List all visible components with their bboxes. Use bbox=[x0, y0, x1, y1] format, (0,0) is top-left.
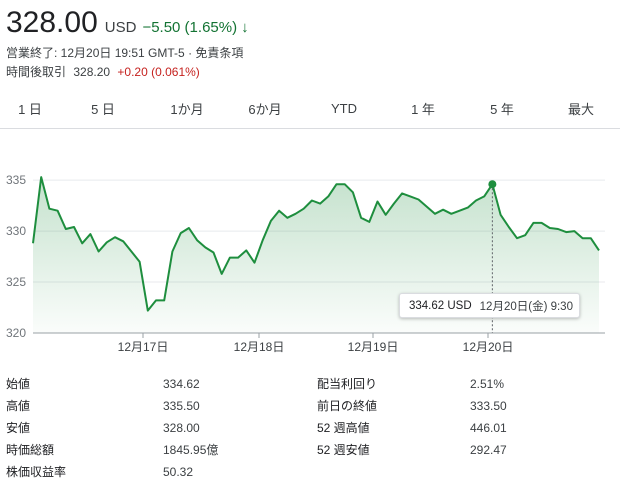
after-hours-line: 時間後取引 328.20 +0.20 (0.061%) bbox=[6, 63, 200, 80]
stat-row: 始値 334.62 配当利回り 2.51% bbox=[0, 376, 620, 398]
after-hours-change: +0.20 (0.061%) bbox=[117, 65, 200, 79]
market-status: 営業終了: 12月20日 19:51 GMT-5 · 免責条項 bbox=[6, 46, 244, 60]
stat-value: 292.47 bbox=[470, 443, 507, 457]
after-hours-price: 328.20 bbox=[73, 65, 111, 79]
stat-label: 株価収益率 bbox=[6, 465, 67, 479]
stat-value: 328.00 bbox=[163, 421, 200, 435]
stat-row: 安値 328.00 52 週高値 446.01 bbox=[0, 420, 620, 442]
tab-max[interactable]: 最大 bbox=[551, 90, 611, 127]
y-tick-label: 330 bbox=[6, 224, 26, 238]
stat-label: 配当利回り bbox=[317, 377, 378, 391]
price-change: −5.50 (1.65%) bbox=[142, 19, 238, 36]
stat-label: 高値 bbox=[6, 399, 31, 413]
stat-label: 安値 bbox=[6, 421, 31, 435]
stat-value: 2.51% bbox=[470, 377, 505, 391]
stat-label: 52 週高値 bbox=[317, 421, 370, 435]
stat-value: 334.62 bbox=[163, 377, 200, 391]
y-tick-label: 325 bbox=[6, 275, 26, 289]
tab-1d[interactable]: 1 日 bbox=[0, 90, 60, 127]
down-arrow-icon: ↓ bbox=[241, 19, 249, 36]
stat-row: 株価収益率 50.32 bbox=[0, 464, 620, 486]
x-tick-label: 12月18日 bbox=[234, 340, 285, 354]
price-chart[interactable]: 335 330 325 320 12月17日 12月18日 12月19日 12月20日 bbox=[0, 150, 620, 365]
stat-value: 1845.95億 bbox=[163, 443, 219, 457]
tab-6m[interactable]: 6か月 bbox=[235, 90, 295, 127]
tooltip-price: 334.62 USD bbox=[409, 299, 472, 312]
range-tabs: 1 日 5 日 1か月 6か月 YTD 1 年 5 年 最大 bbox=[0, 90, 620, 129]
stat-value: 446.01 bbox=[470, 421, 507, 435]
tab-5y[interactable]: 5 年 bbox=[472, 90, 532, 127]
chart-tooltip: 334.62 USD 12月20日(金) 9:30 bbox=[399, 293, 580, 318]
stat-label: 52 週安値 bbox=[317, 443, 370, 457]
tab-1y[interactable]: 1 年 bbox=[393, 90, 453, 127]
tab-1m[interactable]: 1か月 bbox=[157, 90, 217, 127]
x-tick-label: 12月17日 bbox=[118, 340, 169, 354]
x-tick-label: 12月20日 bbox=[463, 340, 514, 354]
stat-value: 333.50 bbox=[470, 399, 507, 413]
y-tick-label: 320 bbox=[6, 326, 26, 340]
tab-ytd[interactable]: YTD bbox=[314, 90, 374, 127]
stat-label: 時価総額 bbox=[6, 443, 55, 457]
stat-row: 高値 335.50 前日の終値 333.50 bbox=[0, 398, 620, 420]
stat-row: 時価総額 1845.95億 52 週安値 292.47 bbox=[0, 442, 620, 464]
tab-5d[interactable]: 5 日 bbox=[73, 90, 133, 127]
tooltip-date: 12月20日(金) 9:30 bbox=[479, 300, 573, 313]
after-hours-label: 時間後取引 bbox=[6, 65, 67, 79]
y-tick-label: 335 bbox=[6, 173, 26, 187]
currency-label: USD bbox=[104, 19, 137, 36]
price-header: 328.00 USD −5.50 (1.65%) ↓ bbox=[6, 6, 249, 40]
stat-value: 50.32 bbox=[163, 465, 194, 479]
current-price: 328.00 bbox=[6, 6, 98, 39]
x-tick-label: 12月19日 bbox=[348, 340, 399, 354]
stat-value: 335.50 bbox=[163, 399, 200, 413]
stat-label: 始値 bbox=[6, 377, 31, 391]
stat-label: 前日の終値 bbox=[317, 399, 378, 413]
hover-point bbox=[488, 180, 497, 189]
